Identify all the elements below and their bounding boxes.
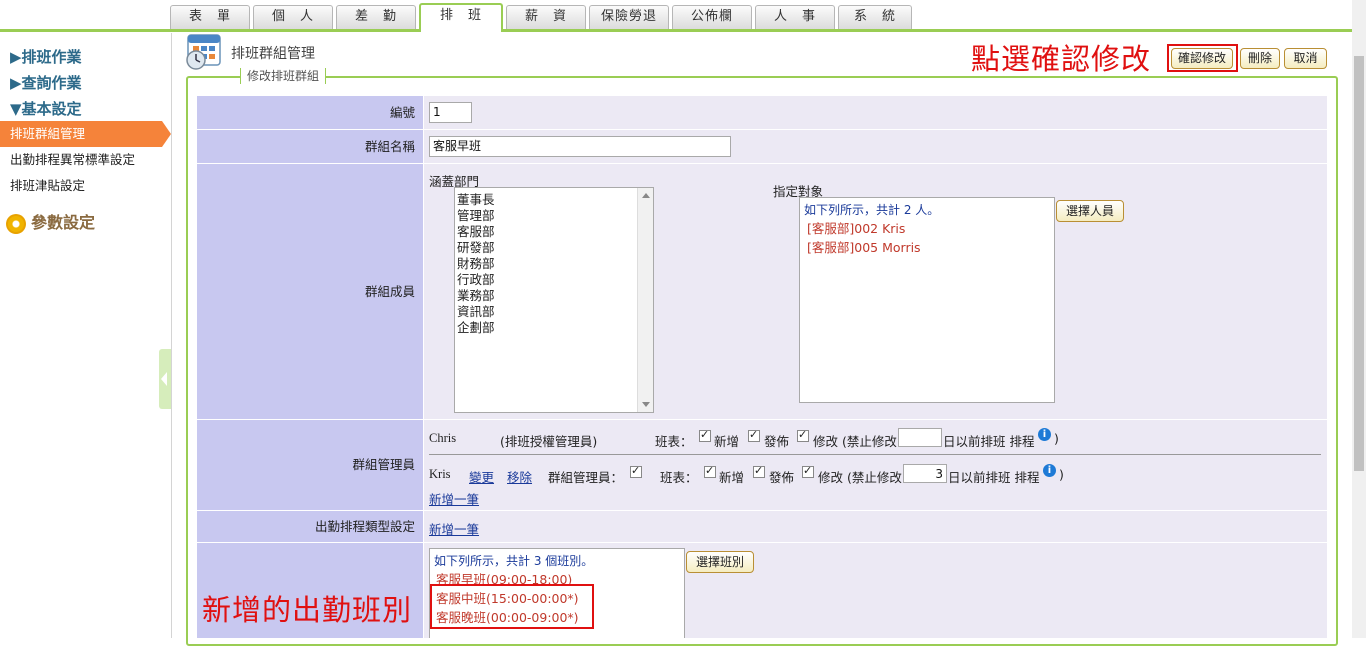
callout-new-shift: 新增的出勤班別 (202, 593, 413, 627)
department-listbox[interactable]: 董事長 管理部 客服部 研發部 財務部 行政部 業務部 資訊部 企劃部 (454, 187, 654, 413)
sidebar-item-allowance[interactable]: 排班津貼設定 (0, 173, 170, 199)
sidebar-section-scheduling[interactable]: ▶排班作業 (10, 46, 82, 67)
tab-personal[interactable]: 個 人 (253, 5, 333, 29)
tab-payroll[interactable]: 薪 資 (506, 5, 586, 29)
select-people-button[interactable]: 選擇人員 (1056, 200, 1124, 222)
sidebar-section-basic-settings[interactable]: ▼基本設定 (10, 98, 82, 119)
fieldset-legend: 修改排班群組 (240, 68, 327, 84)
manager2-close: ) (1059, 467, 1064, 482)
manager1-add-label: 新增 (714, 434, 740, 449)
sidebar: ▶排班作業 ▶查詢作業 ▼基本設定 排班群組管理 出勤排程異常標準設定 排班津貼… (0, 33, 172, 638)
cancel-button[interactable]: 取消 (1284, 48, 1327, 69)
shift-summary: 如下列所示，共計 3 個班別。 (434, 554, 594, 568)
manager1-schedule-label: 班表： (655, 434, 693, 449)
manager1-suffix: 日以前排班 排程 (943, 434, 1035, 449)
schedule-type-label: 出勤排程類型設定 (197, 511, 423, 542)
sidebar-collapse-handle[interactable] (159, 349, 171, 409)
manager2-name: Kris (429, 467, 451, 481)
tab-bulletin[interactable]: 公佈欄 (672, 5, 752, 29)
callout-confirm-instruction: 點選確認修改 (971, 42, 1152, 76)
page-scrollbar[interactable] (1352, 0, 1366, 638)
manager1-close: ) (1054, 431, 1059, 446)
manager1-add-checkbox[interactable] (699, 428, 711, 442)
scroll-down-icon[interactable] (642, 402, 650, 407)
manager1-publish-label: 發佈 (764, 434, 790, 449)
id-field[interactable]: 1 (429, 102, 472, 123)
manager2-suffix: 日以前排班 排程 (948, 470, 1040, 485)
group-name-label: 群組名稱 (197, 130, 423, 163)
manager2-add-label: 新增 (719, 470, 745, 485)
add-manager-link[interactable]: 新增一筆 (429, 489, 479, 508)
sidebar-param-settings[interactable]: 參數設定 (6, 209, 95, 234)
manager1-name: Chris (429, 431, 457, 445)
id-cell (424, 96, 1327, 129)
department-option[interactable]: 企劃部 (457, 317, 495, 336)
manager1-edit-checkbox[interactable] (797, 428, 809, 442)
confirm-edit-button[interactable]: 確認修改 (1171, 48, 1233, 69)
manager2-edit-label: 修改 (禁止修改 (818, 470, 902, 485)
tab-forms[interactable]: 表 單 (170, 5, 250, 29)
new-shift-highlight-box (430, 584, 594, 629)
manager2-days-field[interactable]: 3 (903, 464, 947, 483)
info-icon[interactable]: i (1038, 428, 1051, 441)
gear-icon (6, 213, 26, 234)
manager2-schedule-label: 班表： (660, 470, 698, 485)
calendar-clock-icon (186, 34, 221, 70)
manager1-days-field[interactable] (898, 428, 942, 447)
target-summary: 如下列所示，共計 2 人。 (804, 203, 940, 217)
target-list: 如下列所示，共計 2 人。 [客服部]002 Kris [客服部]005 Mor… (799, 197, 1055, 403)
manager2-add-checkbox[interactable] (704, 464, 716, 478)
group-members-label: 群組成員 (197, 164, 423, 419)
add-schedule-type-link[interactable]: 新增一筆 (429, 519, 479, 538)
target-item: [客服部]005 Morris (807, 240, 921, 255)
top-nav: 表 單 個 人 差 勤 排 班 薪 資 保險勞退 公佈欄 人 事 系 統 (0, 0, 1352, 33)
select-shift-button[interactable]: 選擇班別 (686, 551, 754, 573)
manager2-publish-label: 發佈 (769, 470, 795, 485)
scroll-up-icon[interactable] (642, 193, 650, 198)
delete-button[interactable]: 刪除 (1240, 48, 1280, 69)
manager1-publish-checkbox[interactable] (748, 428, 760, 442)
manager1-edit-label: 修改 (禁止修改 (813, 434, 897, 449)
tab-hr[interactable]: 人 事 (755, 5, 835, 29)
manager2-edit-checkbox[interactable] (802, 464, 814, 478)
manager2-remove-link[interactable]: 移除 (507, 467, 532, 486)
schedule-type-cell (424, 511, 1327, 542)
param-settings-label: 參數設定 (31, 213, 96, 232)
top-nav-divider (0, 29, 1352, 32)
tab-insurance[interactable]: 保險勞退 (589, 5, 669, 29)
department-scrollbar[interactable] (637, 188, 653, 412)
manager2-group-admin-label: 群組管理員： (548, 470, 624, 485)
group-managers-label: 群組管理員 (197, 420, 423, 510)
id-label: 編號 (197, 96, 423, 129)
tab-scheduling[interactable]: 排 班 (419, 3, 503, 32)
sidebar-item-exception-standard[interactable]: 出勤排程異常標準設定 (0, 147, 170, 173)
info-icon[interactable]: i (1043, 464, 1056, 477)
sidebar-section-query[interactable]: ▶查詢作業 (10, 72, 82, 93)
tab-system[interactable]: 系 統 (838, 5, 912, 29)
manager1-role: (排班授權管理員) (500, 434, 598, 449)
page-title: 排班群組管理 (231, 46, 315, 62)
manager-divider (429, 454, 1321, 455)
manager2-publish-checkbox[interactable] (753, 464, 765, 478)
target-item: [客服部]002 Kris (807, 221, 906, 236)
manager2-group-admin-checkbox[interactable] (630, 464, 642, 478)
group-name-field[interactable]: 客服早班 (429, 136, 731, 157)
manager2-change-link[interactable]: 變更 (469, 467, 494, 486)
sidebar-item-schedule-group[interactable]: 排班群組管理 (0, 121, 171, 147)
tab-attendance[interactable]: 差 勤 (336, 5, 416, 29)
page-scrollbar-thumb[interactable] (1354, 56, 1364, 471)
